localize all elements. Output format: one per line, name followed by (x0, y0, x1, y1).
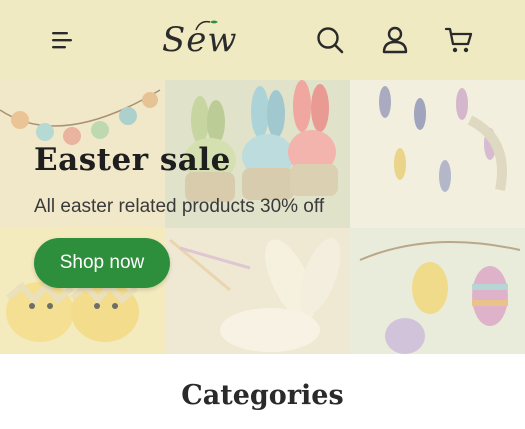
hero-subtitle: All easter related products 30% off (34, 196, 325, 217)
brand-logo[interactable]: Sew (160, 16, 260, 64)
shop-now-button[interactable]: Shop now (34, 238, 170, 288)
categories-heading: Categories (181, 380, 344, 411)
cart-icon[interactable] (441, 22, 477, 58)
hero-title: Easter sale (34, 142, 231, 178)
hero-banner: Easter sale All easter related products … (0, 80, 525, 354)
user-icon[interactable] (377, 22, 413, 58)
top-header: Sew (0, 0, 525, 80)
menu-icon[interactable] (44, 22, 80, 58)
search-icon[interactable] (312, 22, 348, 58)
